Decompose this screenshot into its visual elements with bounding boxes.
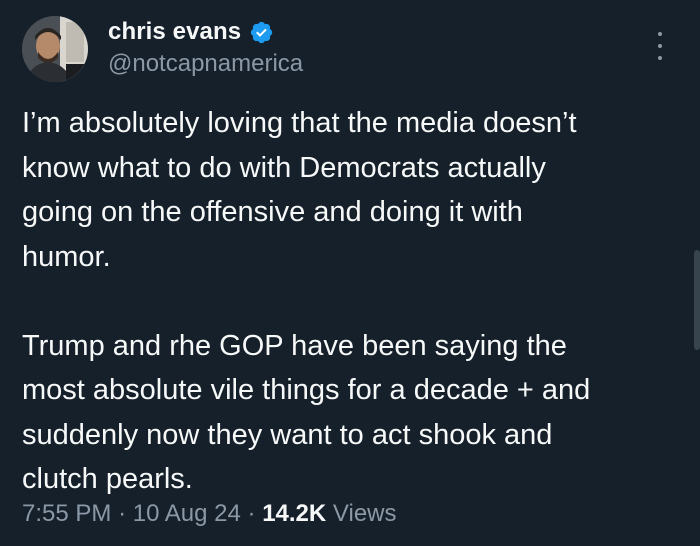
meta-separator: · xyxy=(247,500,256,527)
author-name-row: chris evans xyxy=(108,16,274,48)
tweet-time[interactable]: 7:55 PM xyxy=(22,500,111,527)
avatar[interactable] xyxy=(22,16,88,82)
tweet-text: I’m absolutely loving that the media doe… xyxy=(22,101,682,502)
more-dot xyxy=(658,32,662,36)
scrollbar[interactable] xyxy=(694,250,700,350)
more-dot xyxy=(658,44,662,48)
views-count: 14.2K xyxy=(262,500,327,527)
tweet-date[interactable]: 10 Aug 24 xyxy=(133,500,241,527)
more-options-icon[interactable] xyxy=(652,32,668,60)
tweet-card: chris evans @notcapnamerica I’m absolute… xyxy=(0,0,700,546)
tweet-paragraph: I’m absolutely loving that the media doe… xyxy=(22,107,577,273)
display-name[interactable]: chris evans xyxy=(108,18,241,46)
verified-badge-icon[interactable] xyxy=(249,20,274,45)
meta-separator: · xyxy=(118,500,127,527)
author-handle[interactable]: @notcapnamerica xyxy=(108,50,303,78)
views-label: Views xyxy=(332,500,397,527)
avatar-photo xyxy=(22,16,88,82)
tweet-meta: 7:55 PM · 10 Aug 24 · 14.2K Views xyxy=(22,500,397,528)
more-dot xyxy=(658,56,662,60)
tweet-paragraph: Trump and rhe GOP have been saying the m… xyxy=(22,329,591,496)
